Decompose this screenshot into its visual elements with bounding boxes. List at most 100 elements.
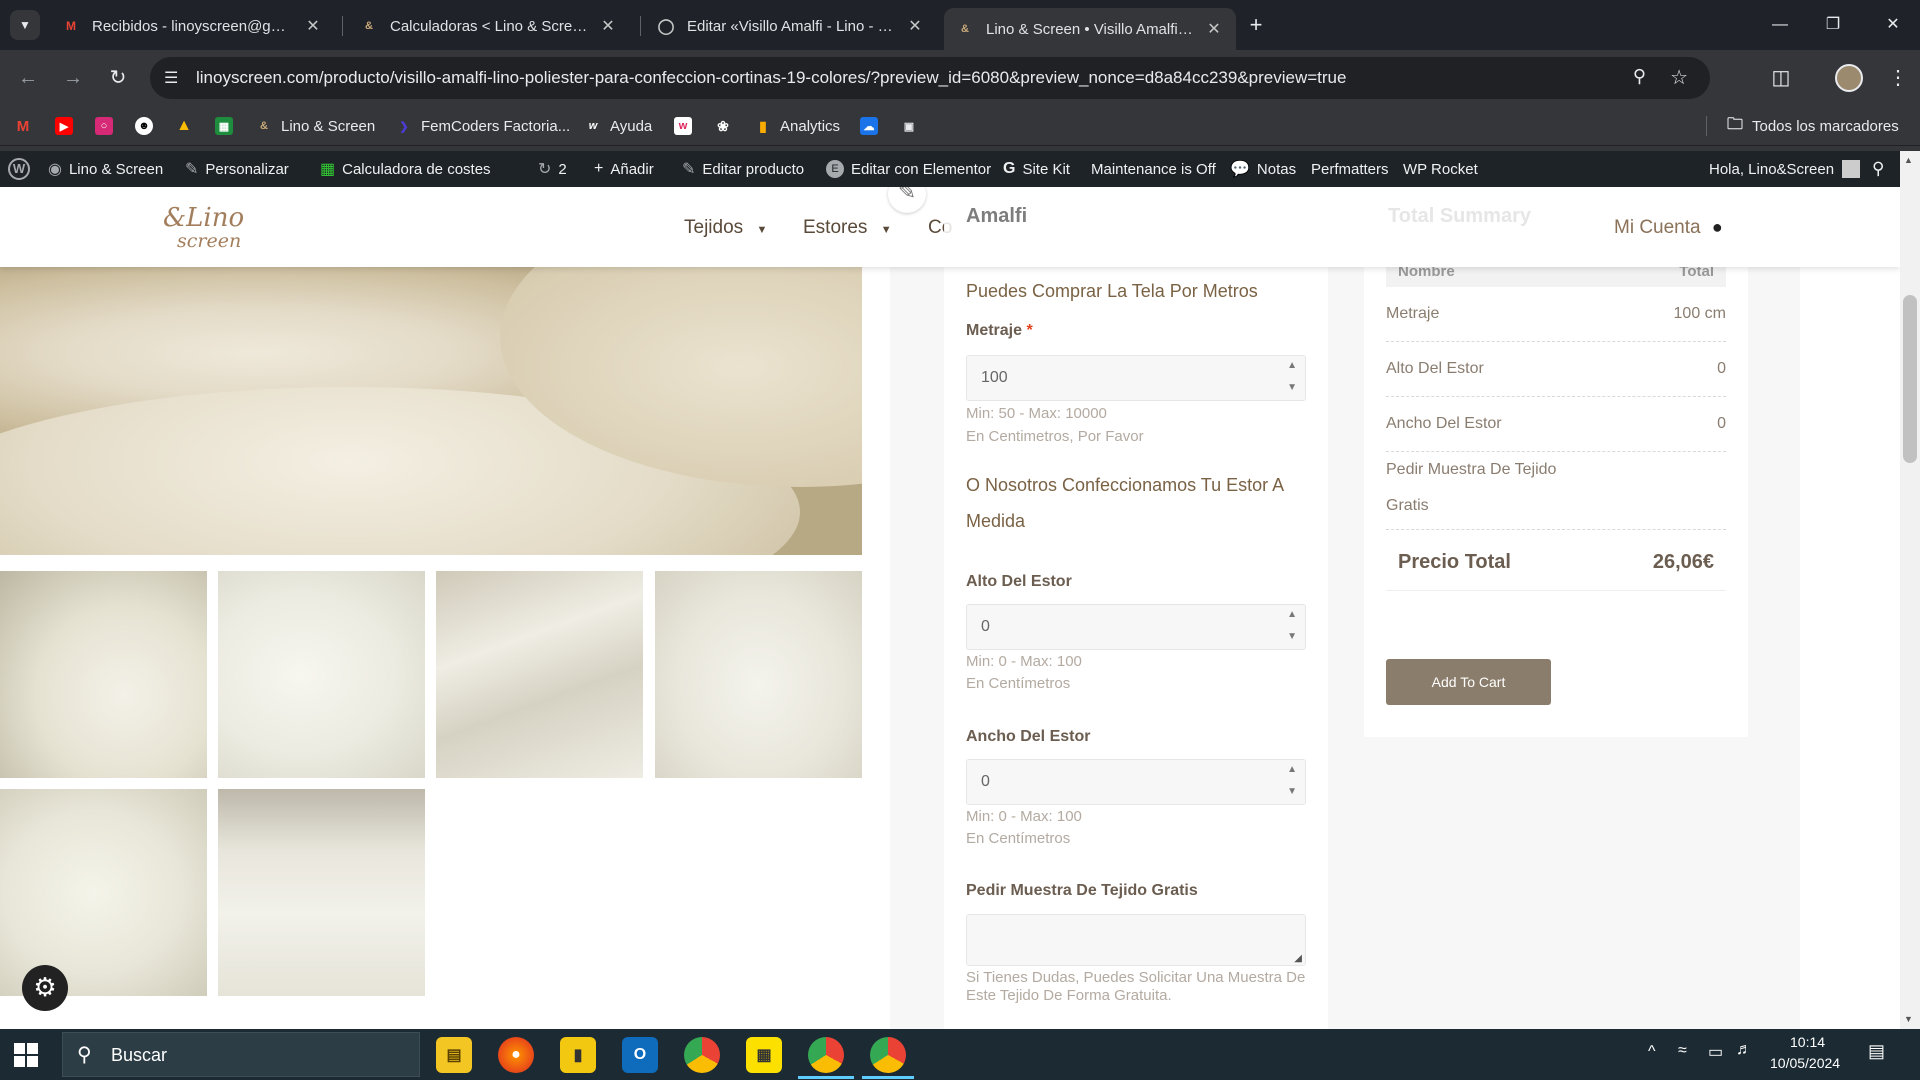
search-icon[interactable]: ⚲ [1872, 151, 1884, 187]
battery-icon[interactable]: ▭ [1708, 1042, 1723, 1062]
add-to-cart-button[interactable]: Add To Cart [1386, 659, 1551, 705]
user-avatar [1842, 160, 1861, 178]
volume-icon[interactable]: ♬ [1736, 1041, 1752, 1059]
forward-icon[interactable]: → [55, 60, 91, 96]
sticky-notes-icon[interactable]: ▦ [746, 1037, 782, 1073]
clock-time[interactable]: 10:14 [1790, 1034, 1825, 1050]
wp-notes[interactable]: 💬 Notas [1230, 151, 1296, 187]
bookmark-lino[interactable]: & Lino & Screen [255, 114, 375, 138]
settings-gear-icon[interactable]: ⚙ [22, 965, 68, 1011]
wp-edit-product[interactable]: ✎ Editar producto [682, 151, 804, 187]
bookmark-w-app[interactable]: w [674, 114, 700, 138]
wp-updates[interactable]: ↻ 2 [538, 151, 567, 187]
wordpress-logo-icon[interactable]: W [8, 151, 30, 187]
back-icon[interactable]: ← [10, 60, 46, 96]
thumbnail-image[interactable] [655, 571, 862, 778]
alto-input[interactable]: 0 ▲ ▼ [966, 604, 1306, 650]
site-info-icon[interactable]: ☰ [164, 68, 178, 88]
tab-calculadoras[interactable]: & Calculadoras < Lino & Screen — ✕ [348, 8, 630, 44]
menu-estores[interactable]: Estores ▼ [803, 217, 892, 239]
profile-avatar[interactable] [1835, 64, 1863, 92]
thumbnail-image[interactable] [436, 571, 643, 778]
wp-calculator[interactable]: ▦ Calculadora de costes [320, 151, 491, 187]
close-icon[interactable]: ✕ [1204, 19, 1224, 39]
close-icon[interactable]: ✕ [303, 16, 323, 36]
gmail-bookmark-icon[interactable]: M [14, 114, 40, 138]
restore-icon[interactable]: ❐ [1813, 10, 1853, 40]
drive-bookmark-icon[interactable]: ▲ [175, 114, 201, 138]
spin-down-icon: ▼ [1287, 631, 1297, 642]
tab-gmail[interactable]: M Recibidos - linoyscreen@gmail. ✕ [50, 8, 335, 44]
gmail-icon: M [66, 19, 76, 33]
address-bar[interactable]: ☰ linoyscreen.com/producto/visillo-amalf… [150, 57, 1710, 99]
firefox-icon[interactable]: ● [498, 1037, 534, 1073]
youtube-bookmark-icon[interactable]: ▶ [55, 114, 81, 138]
scrollbar-thumb[interactable] [1903, 295, 1917, 463]
close-window-icon[interactable]: ✕ [1873, 10, 1913, 40]
notifications-icon[interactable]: ▤ [1868, 1041, 1885, 1062]
total-price-row: Precio Total 26,06€ [1386, 539, 1726, 591]
wp-elementor[interactable]: E Editar con Elementor [826, 151, 991, 187]
app-bookmark-icon[interactable]: ☻ [135, 114, 161, 138]
site-logo[interactable]: &Lino screen [163, 203, 253, 253]
zoom-icon[interactable]: ⚲ [1633, 66, 1646, 87]
outlook-icon[interactable]: O [622, 1037, 658, 1073]
clock-date[interactable]: 10/05/2024 [1770, 1055, 1840, 1071]
chrome-active-icon[interactable] [870, 1037, 906, 1073]
extensions-icon[interactable]: ◫ [1763, 60, 1799, 96]
scroll-down-arrow-icon[interactable]: ▼ [1904, 1014, 1913, 1024]
mi-cuenta-link[interactable]: Mi Cuenta ● [1614, 217, 1723, 239]
reload-icon[interactable]: ↻ [100, 60, 136, 96]
tab-search-button[interactable]: ▼ [10, 10, 40, 40]
bookmark-store[interactable]: ▣ [900, 114, 926, 138]
wp-account-greeting[interactable]: Hola, Lino&Screen [1709, 151, 1861, 187]
tab-editar[interactable]: ◯ Editar «Visillo Amalfi - Lino - Poli ✕ [645, 8, 937, 44]
chrome-profile-icon[interactable] [808, 1037, 844, 1073]
bookmark-analytics[interactable]: ▮ Analytics [754, 114, 840, 138]
menu-tejidos[interactable]: Tejidos ▼ [684, 217, 767, 239]
google-g-icon: G [1003, 160, 1016, 177]
close-icon[interactable]: ✕ [598, 16, 618, 36]
wp-sitekit[interactable]: G Site Kit [1003, 151, 1070, 187]
bookmark-femcoders[interactable]: ❯ FemCoders Factoria... [395, 114, 570, 138]
wp-perfmatters[interactable]: Perfmatters [1311, 151, 1389, 187]
bookmark-all-folder[interactable]: 🗀 Todos los marcadores [1726, 114, 1899, 138]
metraje-input[interactable]: 100 ▲ ▼ [966, 355, 1306, 401]
thumbnail-image[interactable] [0, 571, 207, 778]
wp-maintenance[interactable]: Maintenance is Off [1091, 151, 1216, 187]
bookmark-chatgpt[interactable]: ❀ [714, 114, 740, 138]
instagram-bookmark-icon[interactable]: ○ [95, 114, 121, 138]
wp-site-link[interactable]: ◉ Lino & Screen [48, 151, 163, 187]
caret-down-icon: ▼ [880, 224, 892, 236]
spin-up-icon: ▲ [1287, 609, 1297, 620]
new-tab-icon[interactable]: + [1242, 12, 1270, 40]
thumbnail-image[interactable] [218, 789, 425, 996]
close-icon[interactable]: ✕ [905, 16, 925, 36]
bookmark-ayuda[interactable]: w Ayuda [584, 114, 653, 138]
power-bi-icon[interactable]: ▮ [560, 1037, 596, 1073]
wp-add-new[interactable]: + Añadir [594, 151, 654, 187]
taskbar-search-box[interactable]: ⚲ Buscar [62, 1032, 420, 1077]
minimize-icon[interactable]: — [1760, 10, 1800, 40]
chrome-icon[interactable] [684, 1037, 720, 1073]
file-explorer-icon[interactable]: ▤ [436, 1037, 472, 1073]
sheets-bookmark-icon[interactable]: ▦ [215, 114, 241, 138]
bookmark-cloud[interactable]: ☁ [860, 114, 886, 138]
wp-customize[interactable]: ✎ Personalizar [185, 151, 289, 187]
scroll-up-arrow-icon[interactable]: ▲ [1904, 155, 1913, 165]
thumbnail-image[interactable] [218, 571, 425, 778]
summary-row-alto: Alto Del Estor 0 [1386, 342, 1726, 397]
wifi-icon[interactable]: ≈ [1678, 1042, 1687, 1060]
thumbnail-image[interactable] [0, 789, 207, 996]
main-product-image[interactable] [0, 267, 862, 555]
muestra-textarea[interactable]: ◢ [966, 914, 1306, 966]
wp-rocket[interactable]: WP Rocket [1403, 151, 1478, 187]
page-scrollbar[interactable] [1900, 151, 1920, 1029]
menu-kebab-icon[interactable]: ⋮ [1880, 60, 1916, 96]
ancho-input[interactable]: 0 ▲ ▼ [966, 759, 1306, 805]
bookmark-star-icon[interactable]: ☆ [1670, 65, 1688, 90]
tab-lino-screen-active[interactable]: & Lino & Screen • Visillo Amalfi - L ✕ [944, 8, 1236, 50]
windows-start-icon[interactable] [14, 1043, 38, 1067]
chevron-up-icon[interactable]: ^ [1648, 1043, 1656, 1061]
wp-admin-bar: W ◉ Lino & Screen ✎ Personalizar ▦ Calculad… [0, 151, 1920, 187]
